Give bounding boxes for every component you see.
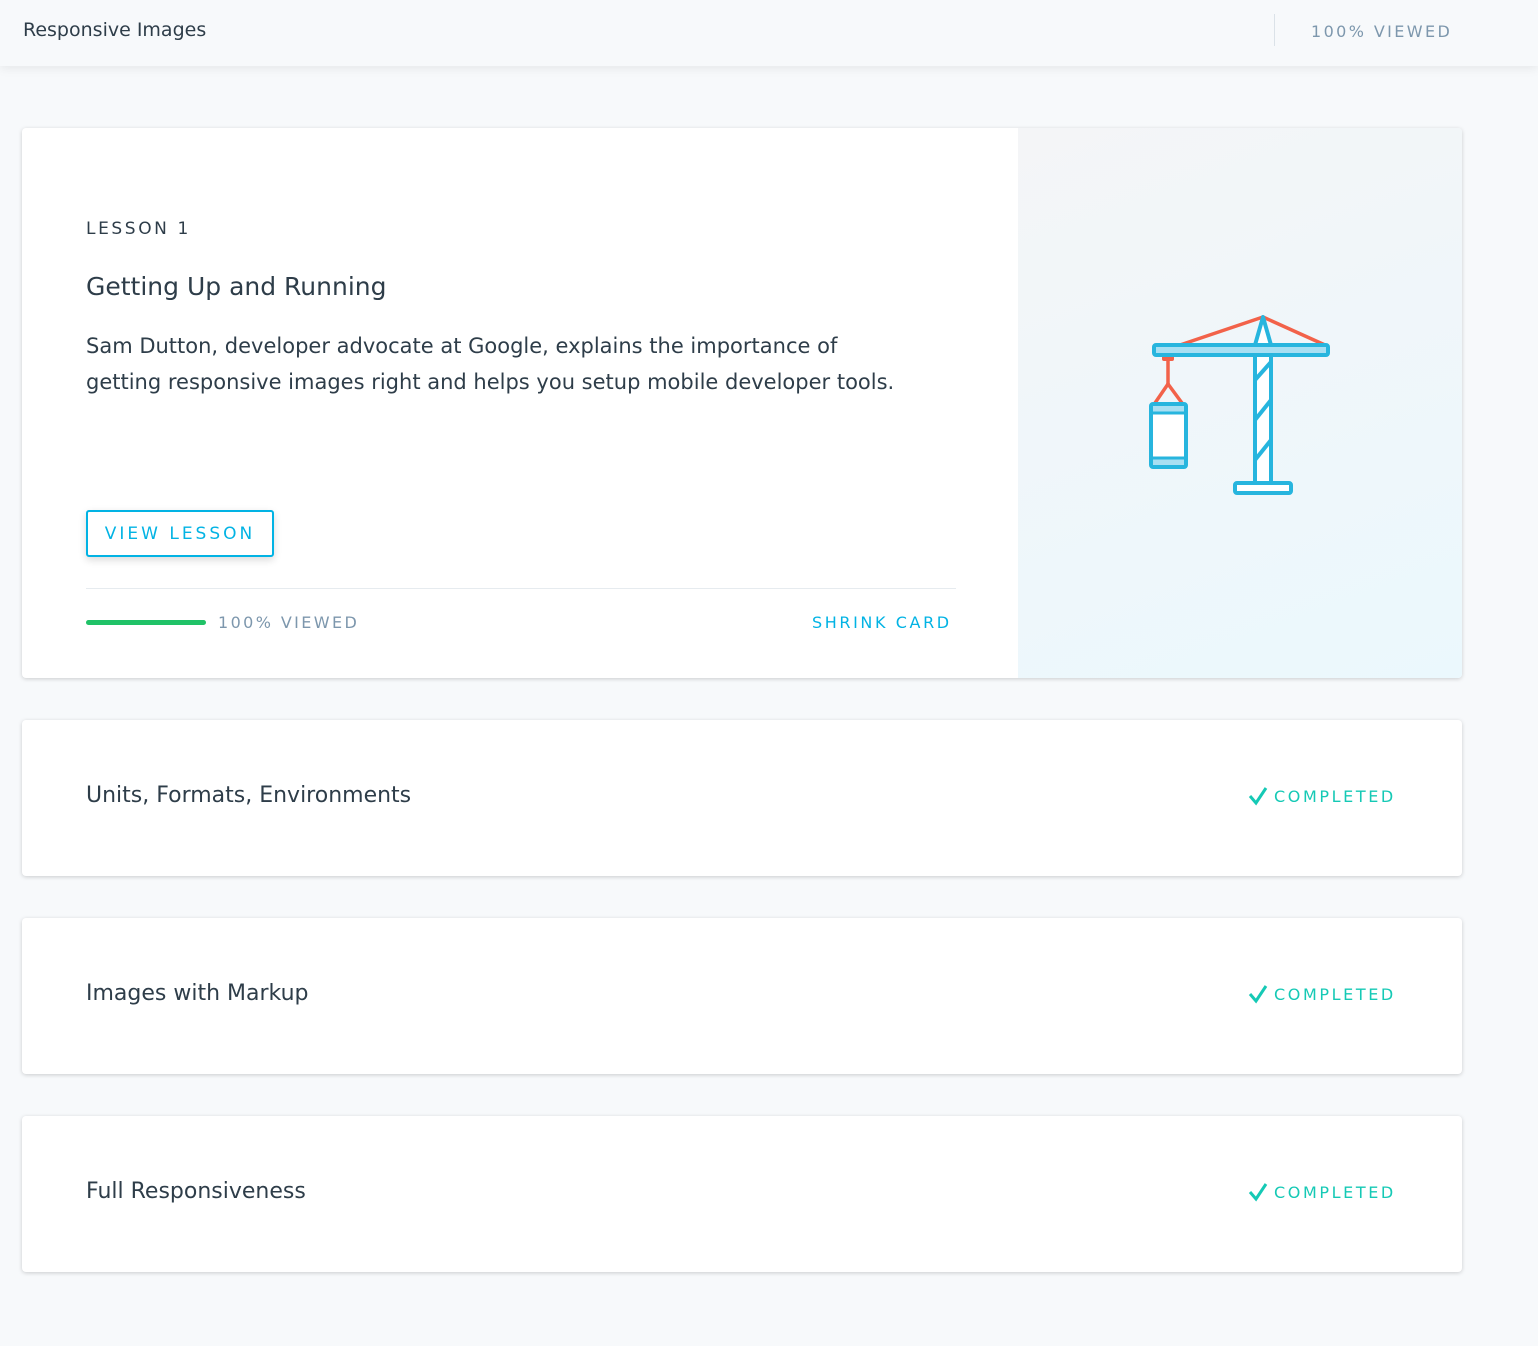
- status-label: COMPLETED: [1274, 984, 1396, 1004]
- progress-bar: [86, 620, 206, 625]
- completed-badge: COMPLETED: [1248, 1182, 1396, 1202]
- lesson-title: Getting Up and Running: [86, 272, 387, 301]
- lesson-title: Units, Formats, Environments: [86, 783, 412, 808]
- progress-label: 100% VIEWED: [218, 613, 360, 632]
- lesson-card-expanded: LESSON 1 Getting Up and Running Sam Dutt…: [22, 128, 1462, 678]
- top-header: Responsive Images 100% VIEWED: [0, 0, 1538, 66]
- course-progress: 100% VIEWED: [1311, 22, 1453, 41]
- shrink-card-button[interactable]: SHRINK CARD: [812, 613, 952, 632]
- lesson-card[interactable]: Images with Markup COMPLETED: [22, 918, 1462, 1074]
- lesson-title: Full Responsiveness: [86, 1179, 306, 1204]
- checkmark-icon: [1248, 985, 1268, 1004]
- status-label: COMPLETED: [1274, 786, 1396, 806]
- crane-icon: [1149, 315, 1330, 495]
- progress-fill: [86, 620, 206, 625]
- lesson-card[interactable]: Full Responsiveness COMPLETED: [22, 1116, 1462, 1272]
- lesson-card[interactable]: Units, Formats, Environments COMPLETED: [22, 720, 1462, 876]
- lesson-number: LESSON 1: [86, 219, 191, 239]
- view-lesson-button[interactable]: VIEW LESSON: [86, 510, 274, 557]
- illustration-panel: [1018, 128, 1462, 678]
- checkmark-icon: [1248, 787, 1268, 806]
- checkmark-icon: [1248, 1183, 1268, 1202]
- completed-badge: COMPLETED: [1248, 984, 1396, 1004]
- lesson-description: Sam Dutton, developer advocate at Google…: [86, 334, 895, 394]
- divider: [86, 588, 956, 589]
- header-divider: [1274, 14, 1275, 46]
- lesson-title: Images with Markup: [86, 981, 309, 1006]
- status-label: COMPLETED: [1274, 1182, 1396, 1202]
- completed-badge: COMPLETED: [1248, 786, 1396, 806]
- course-title: Responsive Images: [23, 19, 207, 41]
